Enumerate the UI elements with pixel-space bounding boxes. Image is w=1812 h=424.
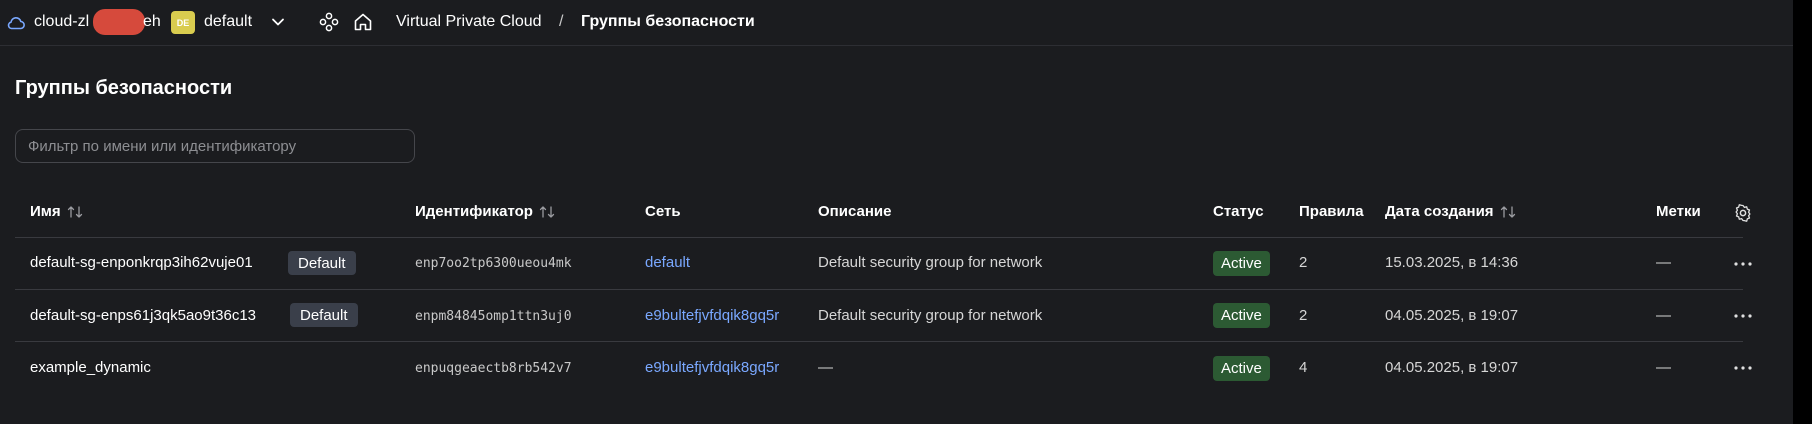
row-created: 04.05.2025, в 19:07 (1385, 359, 1519, 376)
status-badge: Active (1213, 356, 1270, 381)
sort-icon[interactable] (539, 205, 555, 219)
app-window: cloud-zl eh DE default Virtual Private C… (0, 0, 1793, 424)
header-divider (0, 45, 1793, 46)
column-header-rules: Правила (1299, 203, 1364, 220)
cloud-name[interactable]: cloud-zl (34, 13, 89, 31)
default-badge: Default (290, 303, 358, 327)
row-created: 04.05.2025, в 19:07 (1385, 307, 1519, 324)
row-divider (15, 289, 1743, 290)
breadcrumb-current: Группы безопасности (581, 13, 755, 30)
column-header-created-label: Дата создания (1385, 203, 1494, 220)
row-divider (15, 341, 1743, 342)
row-id[interactable]: enpuqgeaectb8rb542v7 (415, 361, 572, 376)
default-badge: Default (288, 251, 356, 275)
row-rules: 4 (1299, 359, 1308, 376)
row-name[interactable]: default-sg-enponkrqp3ih62vuje01 (30, 254, 253, 271)
column-header-labels: Метки (1656, 203, 1701, 220)
redaction-mark (93, 9, 145, 35)
row-labels: — (1656, 254, 1671, 271)
row-description: — (818, 359, 833, 376)
more-icon[interactable] (1733, 365, 1753, 371)
viewport: cloud-zl eh DE default Virtual Private C… (0, 0, 1812, 424)
chevron-down-icon[interactable] (270, 16, 286, 28)
row-description: Default security group for network (818, 254, 1043, 271)
more-icon[interactable] (1733, 313, 1753, 319)
gear-icon[interactable] (1733, 203, 1753, 223)
row-labels: — (1656, 307, 1671, 324)
filter-input[interactable] (15, 129, 415, 163)
row-description: Default security group for network (818, 307, 1043, 324)
window-edge (1793, 0, 1812, 424)
cloud-name-suffix[interactable]: eh (143, 13, 161, 31)
column-header-created[interactable]: Дата создания (1385, 203, 1516, 220)
column-header-id-label: Идентификатор (415, 203, 533, 220)
column-header-name[interactable]: Имя (30, 203, 83, 220)
column-header-name-label: Имя (30, 203, 61, 220)
row-name[interactable]: example_dynamic (30, 359, 151, 376)
row-id[interactable]: enpm84845omp1ttn3uj0 (415, 309, 572, 324)
folder-badge: DE (171, 11, 195, 34)
row-created: 15.03.2025, в 14:36 (1385, 254, 1519, 271)
row-rules: 2 (1299, 307, 1308, 324)
breadcrumb-vpc[interactable]: Virtual Private Cloud (396, 13, 542, 31)
row-network-link[interactable]: e9bultefjvfdqik8gq5r (645, 359, 779, 376)
sort-icon[interactable] (67, 205, 83, 219)
row-id[interactable]: enp7oo2tp6300ueou4mk (415, 256, 572, 271)
table-header-divider (15, 237, 1743, 238)
page-title: Группы безопасности (15, 77, 233, 99)
status-badge: Active (1213, 303, 1270, 328)
more-icon[interactable] (1733, 261, 1753, 267)
breadcrumb-separator: / (559, 13, 564, 30)
column-header-id[interactable]: Идентификатор (415, 203, 555, 220)
column-header-status: Статус (1213, 203, 1264, 220)
sort-icon[interactable] (1500, 205, 1516, 219)
home-icon[interactable] (352, 11, 374, 33)
top-bar: cloud-zl eh DE default Virtual Private C… (0, 0, 1793, 46)
row-name[interactable]: default-sg-enps61j3qk5ao9t36c13 (30, 307, 256, 324)
column-header-network: Сеть (645, 203, 681, 220)
row-labels: — (1656, 359, 1671, 376)
row-network-link[interactable]: e9bultefjvfdqik8gq5r (645, 307, 779, 324)
row-rules: 2 (1299, 254, 1308, 271)
nodes-icon[interactable] (318, 11, 340, 33)
folder-name[interactable]: default (204, 13, 252, 31)
row-network-link[interactable]: default (645, 254, 690, 271)
status-badge: Active (1213, 251, 1270, 276)
cloud-icon[interactable] (6, 13, 26, 33)
column-header-description: Описание (818, 203, 892, 220)
